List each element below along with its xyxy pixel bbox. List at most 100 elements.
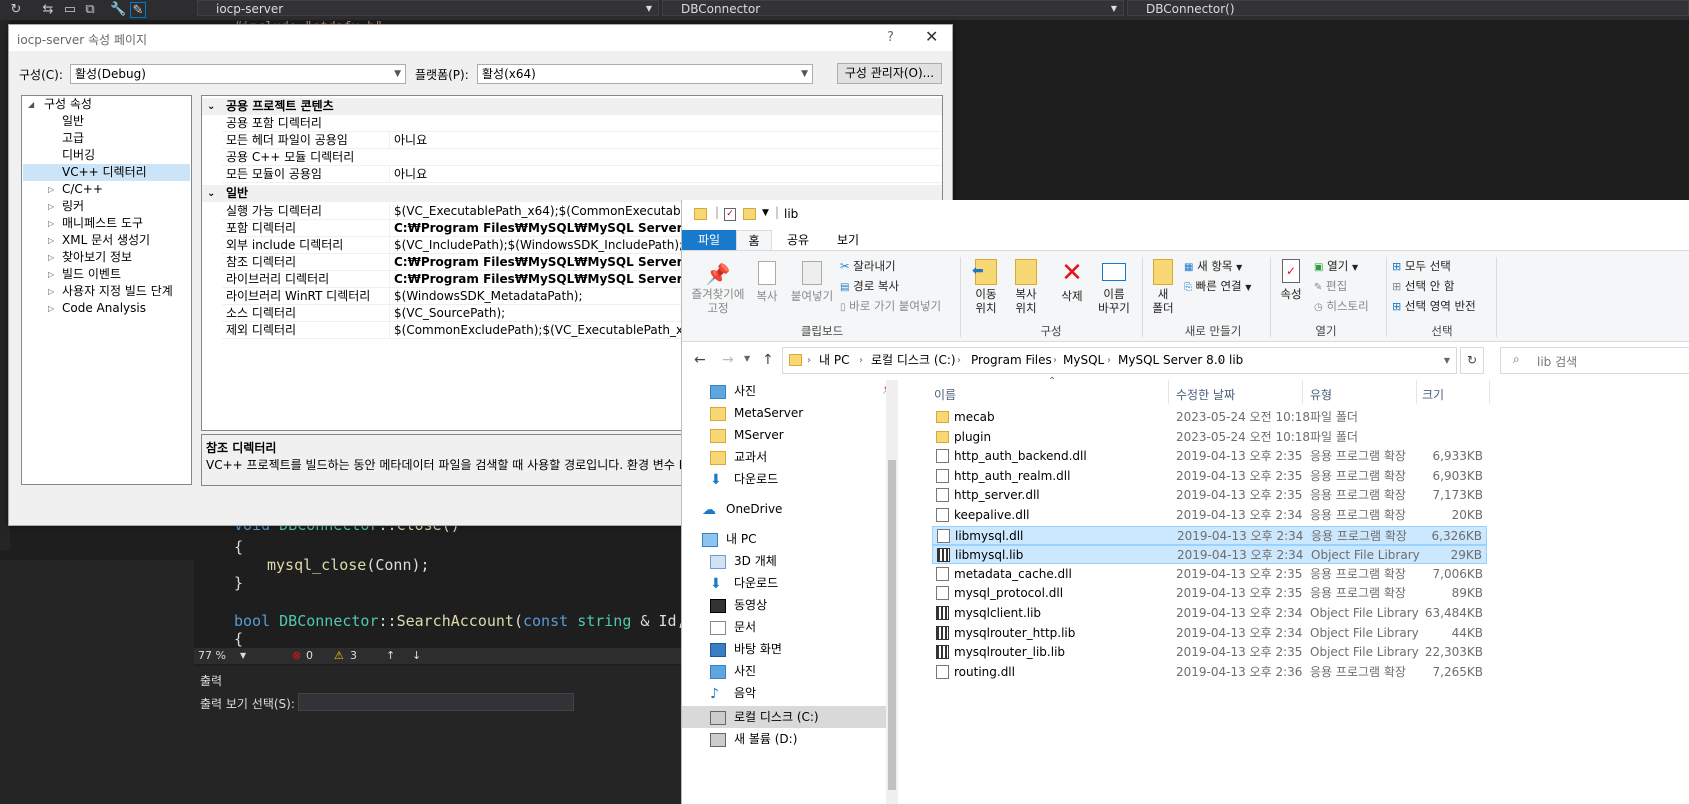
- tree-item-advanced[interactable]: 고급: [62, 130, 84, 147]
- nav-item-pictures[interactable]: 사진: [710, 660, 756, 682]
- column-header-date[interactable]: 수정한 날짜: [1176, 386, 1235, 403]
- collapsed-icon[interactable]: ▷: [48, 202, 54, 211]
- nav-item-pictures[interactable]: 사진: [710, 380, 756, 402]
- select-all-button[interactable]: ⊞ 모두 선택: [1392, 257, 1451, 276]
- nav-item-downloads[interactable]: ⬇ 다운로드: [710, 468, 778, 490]
- file-row[interactable]: http_auth_realm.dll 2019-04-13 오후 2:35 응용 …: [932, 467, 1487, 486]
- config-select[interactable]: 활성(Debug) ▼: [70, 64, 406, 84]
- file-row[interactable]: http_server.dll 2019-04-13 오후 2:35 응용 프로그램…: [932, 486, 1487, 505]
- forward-arrow-icon[interactable]: →: [722, 352, 734, 368]
- nav-member-dropdown[interactable]: DBConnector(): [1127, 0, 1689, 16]
- column-header-size[interactable]: 크기: [1422, 386, 1444, 403]
- tree-item-browse-info[interactable]: 찾아보기 정보: [62, 249, 132, 266]
- scrollbar-thumb[interactable]: [888, 460, 896, 790]
- file-row[interactable]: mysqlrouter_http.lib 2019-04-13 오후 2:34 Ob…: [932, 624, 1487, 643]
- nav-item-music[interactable]: ♪ 음악: [710, 682, 756, 704]
- delete-button[interactable]: ✕ 삭제: [1054, 259, 1090, 304]
- file-row[interactable]: keepalive.dll 2019-04-13 오후 2:34 응용 프로그램 확…: [932, 506, 1487, 525]
- new-folder-button[interactable]: 새 폴더: [1148, 259, 1178, 315]
- breadcrumb-item[interactable]: MySQL Server 8.0: [1118, 348, 1225, 373]
- paste-button[interactable]: 붙여넣기: [788, 261, 836, 304]
- nav-class-dropdown[interactable]: DBConnector ▼: [662, 0, 1124, 16]
- file-row[interactable]: mysqlrouter_lib.lib 2019-04-13 오후 2:35 Obj…: [932, 643, 1487, 662]
- open-button[interactable]: ▣ 열기 ▼: [1314, 257, 1358, 277]
- file-row[interactable]: libmysql.dll 2019-04-13 오후 2:34 응용 프로그램 확장…: [932, 525, 1487, 545]
- tab-home[interactable]: 홈: [736, 230, 772, 250]
- breadcrumb-item[interactable]: MySQL: [1063, 348, 1104, 373]
- property-category[interactable]: ⌄ 공용 프로젝트 콘텐츠: [202, 98, 942, 115]
- nav-item-mserver[interactable]: MServer: [710, 424, 784, 446]
- tree-item-code-analysis[interactable]: Code Analysis: [62, 300, 146, 317]
- tab-file[interactable]: 파일: [682, 230, 736, 250]
- arrow-down-icon[interactable]: ↓: [412, 648, 421, 664]
- property-row[interactable]: 공용 C++ 모듈 디렉터리: [222, 149, 942, 166]
- help-button[interactable]: ?: [887, 30, 894, 45]
- copy-button[interactable]: 복사: [752, 261, 782, 304]
- nav-project-dropdown[interactable]: iocp-server ▼: [197, 0, 659, 16]
- nav-item-volume-d[interactable]: 새 볼륨 (D:): [710, 728, 797, 750]
- collapsed-icon[interactable]: ▷: [48, 270, 54, 279]
- wrench-icon[interactable]: 🔧: [110, 2, 126, 18]
- nav-item-textbook[interactable]: 교과서: [710, 446, 767, 468]
- file-row[interactable]: routing.dll 2019-04-13 오후 2:36 응용 프로그램 확장 7…: [932, 663, 1487, 682]
- nav-item-onedrive[interactable]: ☁ OneDrive: [702, 498, 782, 520]
- column-header-name[interactable]: 이름: [934, 386, 956, 403]
- tree-item-vc-directories[interactable]: VC++ 디렉터리: [62, 164, 147, 181]
- collapsed-icon[interactable]: ▷: [48, 287, 54, 296]
- edit-button[interactable]: ✎ 편집: [1314, 277, 1347, 297]
- windows-icon[interactable]: ⧉: [82, 2, 98, 18]
- nav-item-3d-objects[interactable]: 3D 개체: [710, 550, 777, 572]
- tab-share[interactable]: 공유: [780, 230, 816, 250]
- nav-item-this-pc[interactable]: 내 PC: [702, 528, 756, 550]
- cut-button[interactable]: ✂ 잘라내기: [840, 257, 896, 275]
- breadcrumb-item[interactable]: lib: [1229, 348, 1243, 373]
- nav-scrollbar[interactable]: [886, 380, 898, 804]
- arrow-up-icon[interactable]: ↑: [386, 648, 395, 664]
- tree-item-manifest[interactable]: 매니페스트 도구: [62, 215, 143, 232]
- property-row[interactable]: 모든 헤더 파일이 공용임 아니요: [222, 132, 942, 149]
- collapsed-icon[interactable]: ▷: [48, 253, 54, 262]
- nav-item-downloads[interactable]: ⬇ 다운로드: [710, 572, 778, 594]
- new-folder-icon[interactable]: [743, 208, 756, 220]
- paste-shortcut-button[interactable]: ▯ 바로 가기 붙여넣기: [840, 297, 941, 317]
- history-button[interactable]: ◷ 히스토리: [1314, 297, 1369, 317]
- tab-view[interactable]: 보기: [830, 230, 866, 250]
- invert-selection-button[interactable]: ⊞ 선택 영역 반전: [1392, 297, 1476, 316]
- tree-item-general[interactable]: 일반: [62, 113, 84, 130]
- up-arrow-icon[interactable]: ↑: [762, 352, 774, 368]
- config-manager-button[interactable]: 구성 관리자(O)...: [837, 63, 942, 84]
- property-row[interactable]: 공용 포함 디렉터리: [222, 115, 942, 132]
- nav-item-documents[interactable]: 문서: [710, 616, 756, 638]
- file-row[interactable]: metadata_cache.dll 2019-04-13 오후 2:35 응용 프…: [932, 565, 1487, 584]
- tree-item-linker[interactable]: 링커: [62, 198, 84, 215]
- file-row[interactable]: mysqlclient.lib 2019-04-13 오후 2:34 Object …: [932, 604, 1487, 623]
- rename-button[interactable]: 이름 바꾸기: [1094, 259, 1134, 315]
- window-icon[interactable]: ▭: [62, 2, 78, 18]
- breadcrumb-item[interactable]: 로컬 디스크 (C:): [871, 348, 956, 373]
- breadcrumb-item[interactable]: 내 PC: [819, 348, 849, 373]
- property-row[interactable]: 모든 모듈이 공용임 아니요: [222, 166, 942, 183]
- search-box[interactable]: ⌕ lib 검색: [1500, 347, 1689, 374]
- file-row[interactable]: libmysql.lib 2019-04-13 오후 2:34 Object Fil…: [932, 545, 1487, 565]
- breadcrumb-item[interactable]: Program Files: [971, 348, 1052, 373]
- collapse-chevron-icon[interactable]: ⌄: [207, 185, 215, 202]
- chevron-down-icon[interactable]: ▼: [1444, 348, 1450, 373]
- undo-redo-icon[interactable]: ⇆: [40, 2, 56, 18]
- move-to-button[interactable]: ⬅ 이동 위치: [968, 259, 1004, 315]
- collapsed-icon[interactable]: ▷: [48, 236, 54, 245]
- copy-path-button[interactable]: ▤ 경로 복사: [840, 277, 899, 297]
- file-row[interactable]: mysql_protocol.dll 2019-04-13 오후 2:35 응용 프…: [932, 584, 1487, 603]
- tree-item-custom-build[interactable]: 사용자 지정 빌드 단계: [62, 283, 173, 300]
- properties-button[interactable]: ✓ 속성: [1276, 259, 1306, 302]
- file-row[interactable]: http_auth_backend.dll 2019-04-13 오후 2:35 응…: [932, 447, 1487, 466]
- column-header-type[interactable]: 유형: [1310, 386, 1332, 403]
- close-button[interactable]: ✕: [925, 27, 938, 46]
- customize-chevron-icon[interactable]: ▼: [762, 208, 769, 218]
- nav-item-videos[interactable]: 동영상: [710, 594, 767, 616]
- chevron-down-icon[interactable]: ▼: [240, 648, 246, 664]
- pin-quick-access-button[interactable]: 📌 즐겨찾기에 고정: [688, 261, 748, 315]
- nav-item-desktop[interactable]: 바탕 화면: [710, 638, 782, 660]
- error-icon[interactable]: ⊗: [292, 648, 301, 664]
- collapse-chevron-icon[interactable]: ⌄: [207, 98, 215, 115]
- easy-access-button[interactable]: ⎘ 빠른 연결 ▼: [1184, 277, 1251, 297]
